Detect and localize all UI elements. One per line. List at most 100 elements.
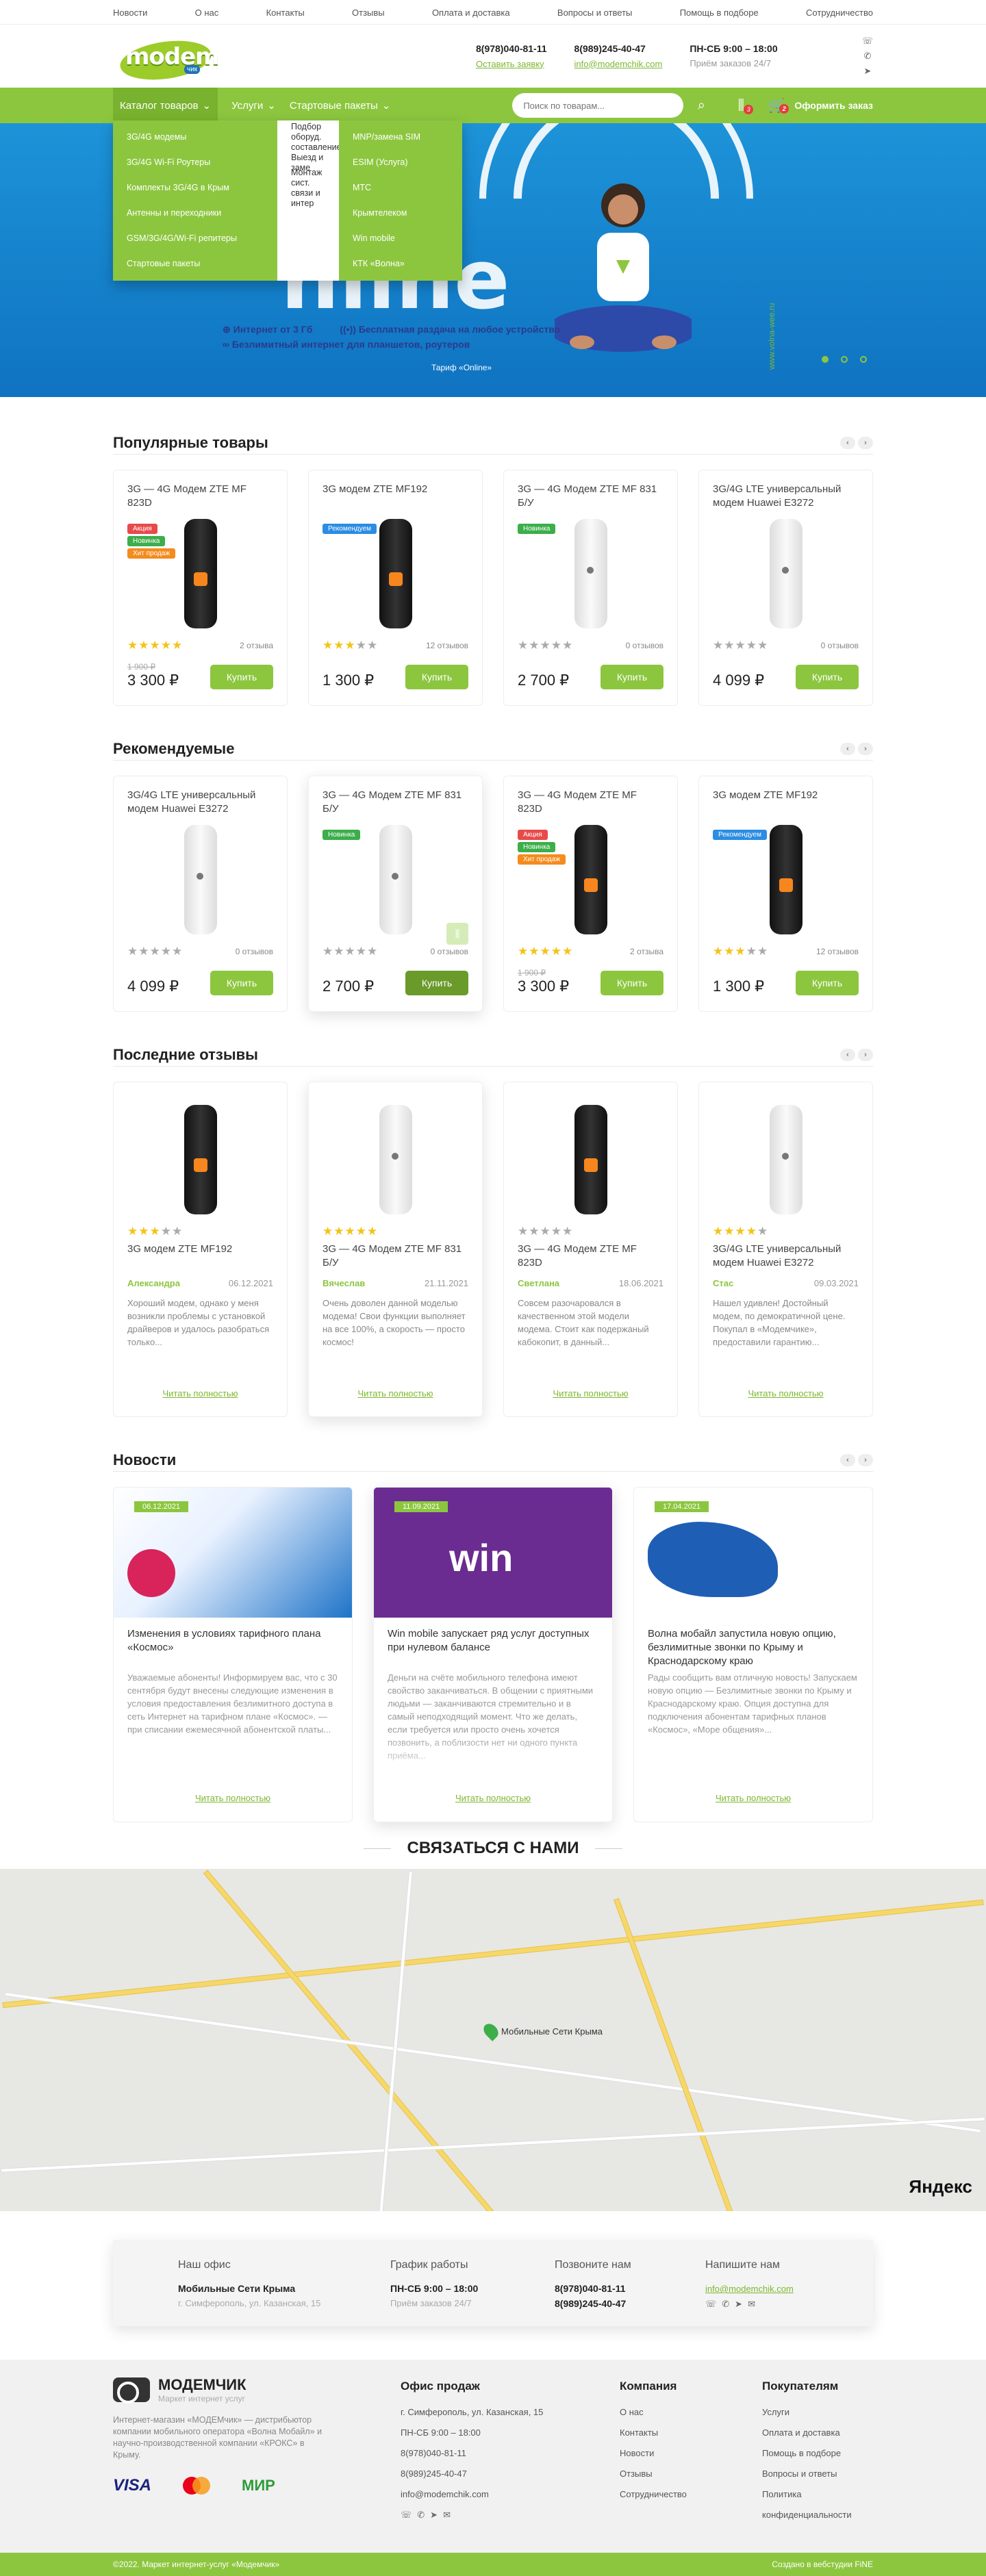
top-nav-item[interactable]: Оплата и доставка [432, 8, 510, 18]
slider-dot[interactable] [860, 356, 867, 363]
mail-icon[interactable]: ✉ [443, 2505, 451, 2525]
footer-link[interactable]: Вопросы и ответы [762, 2464, 872, 2484]
review-model[interactable]: 3G — 4G Модем ZTE MF 831 Б/У [323, 1242, 468, 1278]
product-image[interactable]: Акция Новинка Хит продаж [518, 821, 663, 938]
news-title[interactable]: Win mobile запускает ряд услуг доступных… [388, 1627, 598, 1671]
product-card[interactable]: 3G — 4G Модем ZTE MF 823D Акция Новинка Хит… [503, 776, 678, 1012]
telegram-icon[interactable]: ➤ [735, 2297, 742, 2312]
slider-dot[interactable] [822, 356, 829, 363]
top-nav-item[interactable]: Помощь в подборе [680, 8, 759, 18]
review-count[interactable]: 12 отзывов [426, 641, 468, 650]
search-input[interactable] [512, 93, 684, 118]
product-image[interactable] [713, 1095, 859, 1225]
review-model[interactable]: 3G — 4G Модем ZTE MF 823D [518, 1242, 663, 1278]
call-phone-1[interactable]: 8(978)040-81-11 [555, 2283, 626, 2294]
order-button[interactable]: 🛒 2 Оформить заказ [766, 97, 873, 114]
viber-icon[interactable]: ☏ [705, 2297, 716, 2312]
nav-packs[interactable]: Стартовые пакеты ⌄ [283, 88, 397, 123]
read-more-link[interactable]: Читать полностью [127, 1388, 273, 1399]
review-count[interactable]: 2 отзыва [240, 641, 273, 650]
news-title[interactable]: Изменения в условиях тарифного плана «Ко… [127, 1627, 338, 1671]
dropdown-item[interactable]: Комплекты 3G/4G в Крым [113, 175, 277, 201]
product-image[interactable] [127, 821, 273, 938]
top-nav-item[interactable]: О нас [195, 8, 219, 18]
logo[interactable]: modem чик [113, 32, 220, 86]
review-card[interactable]: ★★★★★ 3G — 4G Модем ZTE MF 831 Б/У Вячесла… [308, 1082, 483, 1417]
dropdown-item[interactable]: GSM/3G/4G/Wi-Fi репитеры [113, 226, 277, 251]
review-card[interactable]: ★★★★★ 3G модем ZTE MF192 Александра 06.12.2… [113, 1082, 288, 1417]
news-title[interactable]: Волна мобайл запустила новую опцию, безл… [648, 1627, 859, 1671]
dropdown-item[interactable]: Монтаж сист. связи и интер [277, 168, 339, 208]
news-image[interactable]: 06.12.2021 [114, 1488, 352, 1618]
read-more-link[interactable]: Читать полностью [648, 1793, 859, 1803]
product-image[interactable] [518, 1095, 663, 1225]
top-nav-item[interactable]: Отзывы [352, 8, 385, 18]
footer-link[interactable]: Политика конфиденциальности [762, 2484, 872, 2525]
footer-link[interactable]: Услуги [762, 2402, 872, 2423]
review-card[interactable]: ★★★★★ 3G — 4G Модем ZTE MF 823D Светлана 18… [503, 1082, 678, 1417]
made-by[interactable]: Создано в вебстудии FiNE [772, 2560, 873, 2569]
footer-link[interactable]: info@modemchik.com [401, 2484, 620, 2505]
product-name[interactable]: 3G — 4G Модем ZTE MF 831 Б/У [323, 789, 468, 821]
review-count[interactable]: 2 отзыва [630, 947, 663, 956]
product-image[interactable] [713, 515, 859, 632]
top-nav-item[interactable]: Контакты [266, 8, 305, 18]
buy-button[interactable]: Купить [601, 665, 663, 689]
product-image[interactable]: Новинка [518, 515, 663, 632]
search-icon[interactable]: ⌕ [690, 98, 712, 114]
dropdown-item[interactable]: Стартовые пакеты [113, 251, 277, 277]
product-name[interactable]: 3G/4G LTE универсальный модем Huawei E32… [127, 789, 273, 821]
dropdown-item[interactable]: МТС [339, 175, 462, 201]
product-card[interactable]: 3G/4G LTE универсальный модем Huawei E32… [113, 776, 288, 1012]
read-more-link[interactable]: Читать полностью [127, 1793, 338, 1803]
nav-services[interactable]: Услуги ⌄ [225, 88, 283, 123]
product-card[interactable]: 3G модем ZTE MF192 Рекомендуем ★★★★★ 12 отз… [698, 776, 873, 1012]
product-card[interactable]: 3G — 4G Модем ZTE MF 831 Б/У Новинка ⫼ ★★★★… [308, 776, 483, 1012]
review-count[interactable]: 0 отзывов [626, 641, 663, 650]
arrow-left-icon[interactable]: ‹ [840, 1453, 855, 1466]
yandex-logo[interactable]: Яндекс [909, 2176, 973, 2197]
product-card[interactable]: 3G модем ZTE MF192 Рекомендуем ★★★★★ 12 отз… [308, 470, 483, 706]
compare-icon[interactable]: ⫼ [446, 923, 468, 945]
slider-dot[interactable] [841, 356, 848, 363]
product-card[interactable]: 3G — 4G Модем ZTE MF 823D Акция Новинка Хит… [113, 470, 288, 706]
read-more-link[interactable]: Читать полностью [388, 1793, 598, 1803]
review-count[interactable]: 0 отзывов [431, 947, 468, 956]
buy-button[interactable]: Купить [405, 971, 468, 995]
call-phone-2[interactable]: 8(989)245-40-47 [555, 2298, 626, 2309]
arrow-right-icon[interactable]: › [858, 436, 873, 449]
arrow-left-icon[interactable]: ‹ [840, 1048, 855, 1061]
product-image[interactable] [323, 1095, 468, 1225]
arrow-left-icon[interactable]: ‹ [840, 436, 855, 449]
product-image[interactable]: Акция Новинка Хит продаж [127, 515, 273, 632]
product-card[interactable]: 3G/4G LTE универсальный модем Huawei E32… [698, 470, 873, 706]
top-nav-item[interactable]: Вопросы и ответы [557, 8, 632, 18]
footer-link[interactable]: Контакты [620, 2423, 762, 2443]
footer-link[interactable]: 8(978)040-81-11 [401, 2443, 620, 2464]
product-card[interactable]: 3G — 4G Модем ZTE MF 831 Б/У Новинка ★★★★★… [503, 470, 678, 706]
arrow-left-icon[interactable]: ‹ [840, 742, 855, 755]
buy-button[interactable]: Купить [796, 971, 859, 995]
dropdown-item[interactable]: 3G/4G модемы [113, 125, 277, 150]
dropdown-item[interactable]: MNP/замена SIM [339, 125, 462, 150]
top-nav-item[interactable]: Новости [113, 8, 147, 18]
review-model[interactable]: 3G модем ZTE MF192 [127, 1242, 273, 1278]
buy-button[interactable]: Купить [601, 971, 663, 995]
review-count[interactable]: 0 отзывов [236, 947, 273, 956]
dropdown-item[interactable]: ESIM (Услуга) [339, 150, 462, 175]
top-nav-item[interactable]: Сотрудничество [806, 8, 873, 18]
arrow-right-icon[interactable]: › [858, 1048, 873, 1061]
mail-icon[interactable]: ✉ [748, 2297, 755, 2312]
product-name[interactable]: 3G модем ZTE MF192 [323, 483, 468, 515]
dropdown-item[interactable]: Win mobile [339, 226, 462, 251]
product-name[interactable]: 3G — 4G Модем ZTE MF 823D [518, 789, 663, 821]
buy-button[interactable]: Купить [405, 665, 468, 689]
dropdown-item[interactable]: Антенны и переходники [113, 201, 277, 226]
whatsapp-icon[interactable]: ✆ [417, 2505, 425, 2525]
compare-icon[interactable]: ⫼ 3 [730, 98, 754, 114]
buy-button[interactable]: Купить [796, 665, 859, 689]
footer-link[interactable]: 8(989)245-40-47 [401, 2464, 620, 2484]
review-count[interactable]: 12 отзывов [816, 947, 859, 956]
product-name[interactable]: 3G — 4G Модем ZTE MF 831 Б/У [518, 483, 663, 515]
dropdown-item[interactable]: Крымтелеком [339, 201, 462, 226]
